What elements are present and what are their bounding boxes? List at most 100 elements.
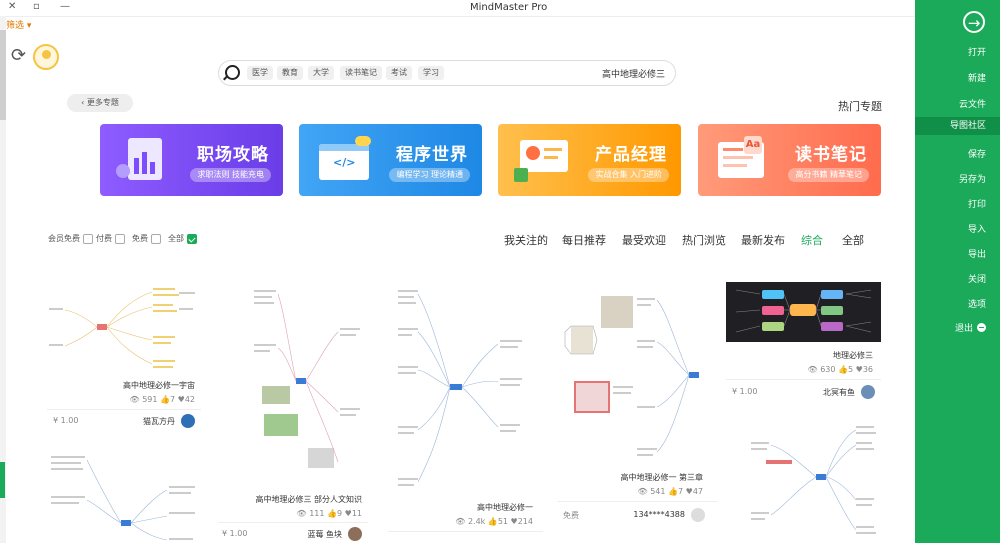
like-count: 5 (848, 365, 854, 374)
checkbox-checked-icon[interactable] (187, 233, 197, 244)
banner-subtitle: 实战合集 入门进阶 (588, 168, 669, 182)
card-stats: 👁 111 👍9 ♥11 (297, 509, 363, 518)
tab-daily[interactable]: 每日推荐 (562, 232, 606, 248)
filter-menu[interactable]: 筛选 ▾ (6, 18, 31, 31)
sidebar-item-import[interactable]: 导入 (916, 222, 986, 235)
author-name[interactable]: 北冥有鱼 (823, 387, 855, 398)
search-tag[interactable]: 大学 (308, 66, 334, 80)
sidebar-item-close[interactable]: 关闭 (916, 272, 986, 285)
sidebar-item-open[interactable]: 打开 (916, 45, 986, 58)
author-name[interactable]: 蓝莓 鱼块 (307, 529, 342, 540)
banner-career[interactable]: 职场攻略 求职法则 技能充电 (100, 124, 283, 196)
thumbs-up-icon: 👍 (327, 509, 337, 518)
sidebar-item-community[interactable]: 导图社区 (915, 117, 1000, 135)
tab-comprehensive[interactable]: 综合 (801, 232, 823, 248)
like-count: 7 (678, 487, 684, 496)
filter-all[interactable]: 全部 (168, 233, 197, 244)
chart-illustration (116, 134, 174, 184)
search-bar[interactable]: 医学 教育 大学 读书笔记 考试 学习 高中地理必修三 (218, 60, 676, 86)
search-tag[interactable]: 考试 (386, 66, 412, 80)
template-card[interactable]: 高中地理必修三 部分人文知识 👁 111 👍9 ♥11 蓝莓 鱼块 ¥ 1.00 (218, 282, 368, 543)
search-tag[interactable]: 教育 (277, 66, 303, 80)
template-card[interactable]: 高中地理必修一宇宙 👁 591 👍7 ♥42 猫瓦方丹 ¥ 1.00 (47, 282, 201, 432)
avatar[interactable] (33, 44, 59, 70)
tab-popular[interactable]: 最受欢迎 (622, 232, 666, 248)
price: ¥ 1.00 (222, 529, 248, 538)
filter-member-free[interactable]: 会员免费 (48, 233, 93, 244)
heart-icon: ♥ (510, 517, 518, 526)
banner-reading-notes[interactable]: Aa 读书笔记 高分书籍 精華笔记 (698, 124, 881, 196)
sidebar-item-exit[interactable]: 退出 (955, 321, 986, 334)
sidebar-item-cloud[interactable]: 云文件 (916, 97, 986, 110)
view-count: 2.4k (467, 517, 486, 526)
eye-icon: 👁 (637, 487, 651, 496)
author-avatar[interactable] (181, 414, 195, 428)
sidebar-item-export[interactable]: 导出 (916, 247, 986, 260)
divider (557, 501, 717, 502)
exit-label: 退出 (954, 324, 973, 334)
price: ¥ 1.00 (53, 416, 79, 425)
tab-following[interactable]: 我关注的 (504, 232, 548, 248)
checkbox-icon[interactable] (115, 233, 125, 244)
tab-latest[interactable]: 最新发布 (741, 232, 785, 248)
close-icon[interactable]: ✕ (8, 1, 16, 12)
code-window-illustration: </> (315, 134, 373, 184)
sidebar-item-print[interactable]: 打印 (916, 197, 986, 210)
eye-icon: 👁 (129, 395, 143, 404)
sidebar-item-new[interactable]: 新建 (916, 71, 986, 84)
eye-icon: 👁 (296, 509, 310, 518)
arrow-right-circle-icon[interactable]: → (963, 11, 985, 33)
sync-icon[interactable]: ⟳ (11, 45, 26, 66)
scrollbar-thumb[interactable] (0, 30, 6, 120)
author-avatar[interactable] (861, 385, 875, 399)
like-count: 7 (170, 395, 176, 404)
template-card[interactable]: 高中地理必修一 第三章 👁 541 👍7 ♥47 134****4388 免费 (557, 282, 717, 532)
filter-free[interactable]: 免费 (132, 233, 161, 244)
filter-label: 会员免费 (48, 234, 80, 243)
maximize-icon[interactable]: ▫ (33, 1, 40, 12)
tab-hot[interactable]: 热门浏览 (682, 232, 726, 248)
sidebar: → 打开 新建 云文件 导图社区 保存 另存为 打印 导入 导出 关闭 选项 退… (915, 0, 1000, 543)
minimize-icon[interactable]: — (60, 1, 70, 12)
sidebar-item-save[interactable]: 保存 (916, 147, 986, 160)
more-topics-button[interactable]: ‹ 更多专题 (67, 94, 133, 112)
author-name[interactable]: 猫瓦方丹 (143, 416, 175, 427)
banner-product-manager[interactable]: 产品经理 实战合集 入门进阶 (498, 124, 681, 196)
book-illustration: Aa (714, 134, 772, 184)
search-input[interactable]: 高中地理必修三 (602, 67, 665, 80)
search-icon[interactable] (225, 65, 240, 80)
author-avatar[interactable] (691, 508, 705, 522)
divider (388, 531, 543, 532)
banner-programming[interactable]: </> 程序世界 编程学习 理论精通 (299, 124, 482, 196)
card-stats: 👁 591 👍7 ♥42 (130, 395, 196, 404)
card-title: 高中地理必修一宇宙 (123, 381, 195, 390)
author-avatar[interactable] (348, 527, 362, 541)
mindmap-thumbnail (726, 420, 881, 543)
search-tag[interactable]: 学习 (418, 66, 444, 80)
hot-topics-title: 热门专题 (838, 100, 882, 113)
sidebar-item-save-as[interactable]: 另存为 (916, 172, 986, 185)
checkbox-icon[interactable] (83, 233, 93, 244)
favorite-count: 36 (862, 365, 873, 374)
sidebar-item-options[interactable]: 选项 (916, 297, 986, 310)
side-handle[interactable] (0, 462, 5, 498)
tab-all[interactable]: 全部 (842, 232, 864, 248)
search-tag[interactable]: 医学 (247, 66, 273, 80)
author-name[interactable]: 134****4388 (633, 510, 685, 519)
more-topics-label: 更多专题 (86, 98, 119, 107)
card-title: 高中地理必修一 (477, 503, 533, 512)
heart-icon: ♥ (685, 487, 693, 496)
template-card[interactable]: 地理必修三 👁 630 👍5 ♥36 北冥有鱼 ¥ 1.00 (726, 282, 881, 404)
template-card[interactable]: 高中地理必修一 👁 2.4k 👍51 ♥214 (388, 282, 543, 543)
checkbox-icon[interactable] (151, 233, 161, 244)
heart-icon: ♥ (855, 365, 863, 374)
search-tag[interactable]: 读书笔记 (340, 66, 382, 80)
divider (726, 379, 881, 380)
banner-subtitle: 求职法则 技能充电 (190, 168, 271, 182)
like-count: 51 (497, 517, 508, 526)
banner-subtitle: 高分书籍 精華笔记 (788, 168, 869, 182)
filter-paid[interactable]: 付费 (96, 233, 125, 244)
favorite-count: 11 (351, 509, 362, 518)
mindmap-thumbnail (388, 282, 543, 492)
mindmap-thumbnail (557, 282, 717, 462)
